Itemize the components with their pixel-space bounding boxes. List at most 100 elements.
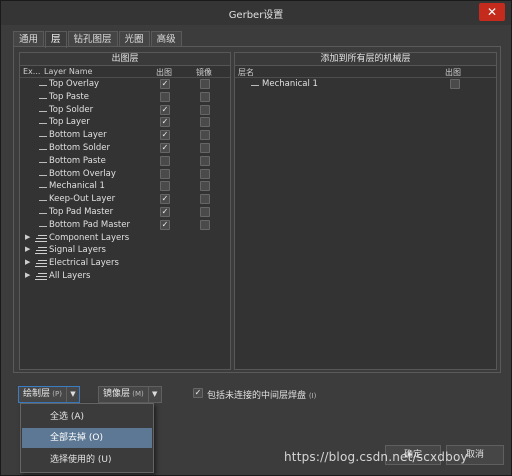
tree-line-icon bbox=[39, 174, 47, 176]
list-item[interactable]: Bottom Solder ✓ bbox=[20, 142, 230, 155]
list-item[interactable]: Top Pad Master ✓ bbox=[20, 206, 230, 219]
list-item[interactable]: Top Overlay ✓ bbox=[20, 78, 230, 91]
plot-layers-column-header: Ex... Layer Name 出图 镜像 bbox=[20, 66, 230, 78]
list-item[interactable]: Bottom Overlay bbox=[20, 168, 230, 181]
mirror-checkbox[interactable] bbox=[200, 117, 210, 128]
tab-bar: 通用 层 钻孔图层 光圈 高级 bbox=[13, 31, 183, 48]
mirror-checkbox[interactable] bbox=[200, 181, 210, 192]
expand-arrow-icon[interactable]: ▶ bbox=[25, 258, 30, 266]
layer-stack-icon bbox=[35, 234, 47, 243]
plot-checkbox[interactable]: ✓ bbox=[160, 194, 170, 205]
draw-layers-dropdown-menu: 全选 (A) 全部去掉 (O) 选择使用的 (U) bbox=[20, 403, 154, 473]
mirror-checkbox[interactable] bbox=[200, 91, 210, 102]
layer-name: Mechanical 1 bbox=[49, 181, 105, 192]
mirror-checkbox[interactable] bbox=[200, 168, 210, 179]
list-item[interactable]: Bottom Layer ✓ bbox=[20, 129, 230, 142]
chevron-down-icon[interactable]: ▼ bbox=[149, 387, 161, 402]
tree-line-icon bbox=[251, 85, 259, 86]
tree-line-icon bbox=[39, 225, 47, 227]
layer-group-name: All Layers bbox=[49, 270, 91, 281]
mechanical-column-header: 层名 出图 bbox=[235, 66, 496, 78]
menu-item-select-used[interactable]: 选择使用的 (U) bbox=[22, 450, 152, 470]
list-item[interactable]: ▶ Electrical Layers bbox=[20, 257, 230, 270]
tree-line-icon bbox=[39, 148, 47, 150]
list-item[interactable]: Mechanical 1 bbox=[235, 78, 496, 91]
list-item[interactable]: Top Paste bbox=[20, 91, 230, 104]
mirror-checkbox[interactable] bbox=[200, 194, 210, 205]
tree-line-icon bbox=[39, 97, 47, 99]
mirror-layers-label: 镜像层 bbox=[103, 389, 131, 399]
mirror-layers-button[interactable]: 镜像层 (M) ▼ bbox=[98, 386, 162, 403]
expand-arrow-icon[interactable]: ▶ bbox=[25, 233, 30, 241]
plot-checkbox[interactable]: ✓ bbox=[160, 79, 170, 89]
close-button[interactable]: ✕ bbox=[479, 3, 505, 21]
layer-name: Bottom Pad Master bbox=[49, 219, 130, 230]
tab-apertures[interactable]: 光圈 bbox=[118, 31, 150, 47]
menu-item-select-all[interactable]: 全选 (A) bbox=[22, 407, 152, 427]
list-item[interactable]: Top Solder ✓ bbox=[20, 104, 230, 117]
plot-checkbox[interactable] bbox=[160, 91, 170, 102]
plot-layers-panel: 出图层 Ex... Layer Name 出图 镜像 Top Overlay ✓ T… bbox=[19, 52, 231, 370]
plot-checkbox[interactable]: ✓ bbox=[160, 219, 170, 230]
tree-line-icon bbox=[39, 85, 47, 86]
menu-item-clear-all[interactable]: 全部去掉 (O) bbox=[22, 428, 152, 448]
plot-checkbox[interactable]: ✓ bbox=[160, 130, 170, 141]
tab-advanced[interactable]: 高级 bbox=[150, 31, 182, 47]
plot-checkbox[interactable]: ✓ bbox=[160, 206, 170, 217]
layer-name: Bottom Layer bbox=[49, 130, 107, 141]
list-item[interactable]: ▶ Component Layers bbox=[20, 232, 230, 245]
layer-group-name: Signal Layers bbox=[49, 245, 106, 256]
tab-drill-drawing[interactable]: 钻孔图层 bbox=[67, 31, 118, 47]
tree-line-icon bbox=[39, 110, 47, 112]
dialog-title: Gerber设置 bbox=[228, 10, 284, 21]
plot-checkbox[interactable] bbox=[160, 168, 170, 179]
list-item[interactable]: ▶ All Layers bbox=[20, 270, 230, 283]
expand-arrow-icon[interactable]: ▶ bbox=[25, 245, 30, 253]
plot-checkbox[interactable]: ✓ bbox=[160, 104, 170, 115]
mirror-checkbox[interactable] bbox=[200, 130, 210, 141]
col-mirror[interactable]: 镜像 bbox=[196, 67, 212, 78]
plot-checkbox[interactable]: ✓ bbox=[160, 117, 170, 128]
watermark-text: https://blog.csdn.net/scxdboy bbox=[284, 450, 468, 464]
tree-line-icon bbox=[39, 161, 47, 163]
plot-checkbox[interactable]: ✓ bbox=[160, 142, 170, 153]
col-mech-layer-name[interactable]: 层名 bbox=[238, 67, 254, 78]
include-unconnected-checkbox[interactable]: ✓ bbox=[193, 388, 203, 398]
col-plot[interactable]: 出图 bbox=[156, 67, 172, 78]
tab-general[interactable]: 通用 bbox=[13, 31, 45, 47]
mirror-checkbox[interactable] bbox=[200, 219, 210, 230]
mirror-checkbox[interactable] bbox=[200, 206, 210, 217]
list-item[interactable]: ▶ Signal Layers bbox=[20, 244, 230, 257]
list-item[interactable]: Bottom Pad Master ✓ bbox=[20, 219, 230, 232]
tree-line-icon bbox=[39, 187, 47, 189]
expand-arrow-icon[interactable]: ▶ bbox=[25, 271, 30, 279]
mirror-checkbox[interactable] bbox=[200, 79, 210, 89]
list-item[interactable]: Bottom Paste bbox=[20, 155, 230, 168]
layers-tab-content: 出图层 Ex... Layer Name 出图 镜像 Top Overlay ✓ T… bbox=[13, 46, 501, 373]
tree-line-icon bbox=[39, 200, 47, 202]
gerber-settings-dialog: Gerber设置 ✕ 通用 层 钻孔图层 光圈 高级 出图层 Ex... Lay… bbox=[0, 0, 512, 476]
mech-plot-checkbox[interactable] bbox=[450, 79, 460, 89]
col-expand[interactable]: Ex... bbox=[23, 67, 40, 76]
draw-layers-main[interactable]: 绘制层 (P) bbox=[19, 387, 67, 402]
mirror-checkbox[interactable] bbox=[200, 155, 210, 166]
mirror-checkbox[interactable] bbox=[200, 142, 210, 153]
draw-layers-button[interactable]: 绘制层 (P) ▼ bbox=[18, 386, 80, 403]
list-item[interactable]: Top Layer ✓ bbox=[20, 116, 230, 129]
plot-checkbox[interactable] bbox=[160, 155, 170, 166]
layer-stack-icon bbox=[35, 260, 47, 268]
plot-layers-list: Top Overlay ✓ Top Paste Top Solder ✓ Top Laye… bbox=[20, 78, 230, 283]
layer-name: Keep-Out Layer bbox=[49, 194, 116, 205]
list-item[interactable]: Mechanical 1 bbox=[20, 180, 230, 193]
mirror-checkbox[interactable] bbox=[200, 104, 210, 115]
title-bar: Gerber设置 ✕ bbox=[1, 1, 511, 25]
plot-checkbox[interactable] bbox=[160, 181, 170, 192]
col-mech-plot[interactable]: 出图 bbox=[445, 67, 461, 78]
layer-name: Bottom Solder bbox=[49, 142, 110, 153]
plot-layers-header: 出图层 bbox=[20, 53, 230, 66]
col-layer-name[interactable]: Layer Name bbox=[44, 67, 92, 76]
list-item[interactable]: Keep-Out Layer ✓ bbox=[20, 193, 230, 206]
layer-name: Top Pad Master bbox=[49, 206, 114, 217]
chevron-down-icon[interactable]: ▼ bbox=[67, 387, 79, 402]
mirror-layers-main[interactable]: 镜像层 (M) bbox=[99, 387, 149, 402]
